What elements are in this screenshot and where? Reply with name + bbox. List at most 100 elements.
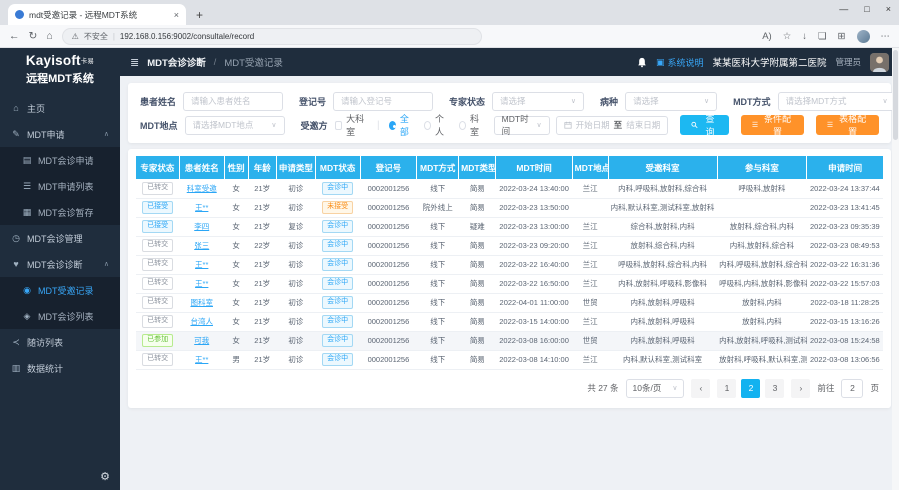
- patient-name-link[interactable]: 张三: [194, 241, 209, 250]
- sidebar-item-label: 主页: [27, 102, 45, 115]
- doc-icon: ▣: [656, 57, 665, 68]
- browser-tab[interactable]: mdt受邀记录 - 远程MDT系统 ×: [8, 4, 186, 25]
- sidebar-item-mdt-apply-list[interactable]: ☰MDT申请列表: [0, 173, 120, 199]
- patient-name-link[interactable]: 可我: [194, 336, 209, 345]
- sidebar-item-home[interactable]: ⌂主页: [0, 95, 120, 121]
- radio-personal[interactable]: 个人: [424, 112, 449, 138]
- cell-mdt_status: 会诊中: [315, 331, 360, 350]
- patient-name-input[interactable]: [183, 92, 283, 111]
- breadcrumb-parent: MDT会诊诊断: [147, 55, 206, 69]
- column-header-mdt_mode: MDT方式: [417, 156, 459, 179]
- bell-icon[interactable]: [637, 57, 647, 68]
- cell-name: 可我: [179, 331, 224, 350]
- patient-name-link[interactable]: 科室受邀: [187, 184, 217, 193]
- downloads-icon[interactable]: ↓: [802, 31, 807, 42]
- cell-join_depts: 放射科,综合科,内科: [717, 217, 807, 236]
- home-nav-icon[interactable]: ⌂: [46, 30, 52, 42]
- window-close-icon[interactable]: ×: [886, 4, 891, 14]
- gear-icon[interactable]: ⚙: [100, 470, 110, 483]
- cell-name: 图科室: [179, 293, 224, 312]
- back-icon[interactable]: ←: [9, 30, 20, 42]
- tab-close-icon[interactable]: ×: [174, 10, 179, 20]
- patient-name-link[interactable]: 王**: [195, 203, 208, 212]
- page-button-1[interactable]: 1: [717, 379, 736, 398]
- cell-name: 王**: [179, 350, 224, 369]
- disease-select[interactable]: 请选择 ∨: [625, 92, 717, 111]
- mdt-mode-select[interactable]: 请选择MDT方式 ∨: [778, 92, 896, 111]
- patient-name-link[interactable]: 王**: [195, 279, 208, 288]
- dept-group-checkbox[interactable]: [335, 121, 343, 130]
- sidebar-item-followup-list[interactable]: ≺随访列表: [0, 329, 120, 355]
- sidebar-item-mdt-apply[interactable]: ✎MDT申请∧: [0, 121, 120, 147]
- expert-status-select[interactable]: 请选择 ∨: [492, 92, 584, 111]
- cell-apply_time: 2022-03-08 15:24:58: [807, 331, 883, 350]
- register-no-input[interactable]: [333, 92, 433, 111]
- patient-name-link[interactable]: 李四: [194, 222, 209, 231]
- read-aloud-icon[interactable]: A): [762, 31, 772, 42]
- cell-invited_depts: 放射科,综合科,内科: [608, 236, 717, 255]
- cell-expert_status: 已参加: [136, 331, 179, 350]
- sidebar-item-data-stats[interactable]: ▥数据统计: [0, 355, 120, 381]
- sidebar-item-mdt-consult-manage[interactable]: ◷MDT会诊管理: [0, 225, 120, 251]
- goto-page-input[interactable]: 2: [841, 379, 863, 398]
- expert-status-tag: 已参加: [142, 334, 173, 347]
- scrollbar-thumb[interactable]: [893, 50, 898, 140]
- next-page-button[interactable]: ›: [791, 379, 810, 398]
- radio-dept-label: 科室: [470, 112, 484, 138]
- cell-apply_time: 2022-03-22 15:57:03: [807, 274, 883, 293]
- patient-name-link[interactable]: 台湾人: [190, 317, 213, 326]
- cell-reg_no: 0002001256: [360, 274, 417, 293]
- cell-mdt_type: 简易: [459, 179, 496, 198]
- favorite-star-icon[interactable]: ☆: [783, 31, 792, 42]
- prev-page-button[interactable]: ‹: [691, 379, 710, 398]
- consult-list-icon: ◈: [22, 311, 32, 322]
- extensions-icon[interactable]: ⊞: [838, 31, 846, 42]
- page-button-2[interactable]: 2: [741, 379, 760, 398]
- table-config-button[interactable]: ☰ 表格配置: [816, 115, 879, 135]
- sidebar-item-mdt-consult-diagnose[interactable]: ♥MDT会诊诊断∧: [0, 251, 120, 277]
- cell-age: 22岁: [248, 236, 276, 255]
- window-minimize-icon[interactable]: —: [839, 4, 848, 14]
- scrollbar[interactable]: [892, 48, 899, 490]
- browser-address-bar: ← ↻ ⌂ ⚠ 不安全 | 192.168.0.156:9002/consult…: [0, 25, 899, 48]
- collapse-menu-icon[interactable]: ≣: [130, 56, 139, 69]
- table-config-icon: ☰: [827, 121, 833, 129]
- condition-config-button[interactable]: ☰ 条件配置: [741, 115, 804, 135]
- sidebar-item-mdt-consult-draft[interactable]: ▦MDT会诊暂存: [0, 199, 120, 225]
- table-row: 已转交王**男21岁初诊会诊中0002001256线下简易2022-03-08 …: [136, 350, 883, 369]
- cell-mdt_mode: 院外线上: [417, 198, 459, 217]
- date-range-input[interactable]: 开始日期 至 结束日期: [556, 116, 669, 135]
- collections-icon[interactable]: ❏: [818, 31, 827, 42]
- cell-name: 台湾人: [179, 312, 224, 331]
- patient-name-link[interactable]: 王**: [195, 260, 208, 269]
- register-no-label: 登记号: [299, 95, 326, 108]
- page-size-select[interactable]: 10条/页 ∨: [626, 379, 685, 398]
- hospital-name: 某某医科大学附属第二医院: [712, 55, 826, 69]
- apply-list-icon: ☰: [22, 181, 32, 192]
- sidebar-item-mdt-consult-list[interactable]: ◈MDT会诊列表: [0, 303, 120, 329]
- system-doc-link[interactable]: ▣ 系统说明: [656, 56, 704, 69]
- cell-apply_type: 初诊: [276, 236, 315, 255]
- user-avatar[interactable]: [870, 53, 889, 72]
- browser-menu-icon[interactable]: ⋯: [881, 31, 891, 42]
- radio-all[interactable]: 全部: [389, 112, 414, 138]
- page-button-3[interactable]: 3: [765, 379, 784, 398]
- sidebar-item-mdt-consult-apply[interactable]: ▤MDT会诊申请: [0, 147, 120, 173]
- new-tab-button[interactable]: +: [196, 8, 203, 25]
- patient-name-link[interactable]: 王**: [195, 355, 208, 364]
- invitee-label: 受邀方: [301, 119, 328, 132]
- sidebar-item-mdt-invite-record[interactable]: ◉MDT受邀记录: [0, 277, 120, 303]
- radio-dept[interactable]: 科室: [459, 112, 484, 138]
- cell-apply_type: 复诊: [276, 217, 315, 236]
- browser-profile-avatar[interactable]: [857, 30, 870, 43]
- window-maximize-icon[interactable]: □: [864, 4, 869, 14]
- sidebar: Kayisoft卡易 远程MDT系统 ⌂主页✎MDT申请∧▤MDT会诊申请☰MD…: [0, 48, 120, 490]
- reload-icon[interactable]: ↻: [29, 30, 38, 42]
- patient-name-link[interactable]: 图科室: [190, 298, 213, 307]
- cell-reg_no: 0002001256: [360, 255, 417, 274]
- url-bar[interactable]: ⚠ 不安全 | 192.168.0.156:9002/consultale/re…: [62, 28, 482, 45]
- time-type-select[interactable]: MDT时间 ∨: [494, 116, 550, 135]
- mdt-place-select[interactable]: 请选择MDT地点 ∨: [185, 116, 285, 135]
- search-button[interactable]: 查询: [680, 115, 729, 135]
- cell-age: 21岁: [248, 312, 276, 331]
